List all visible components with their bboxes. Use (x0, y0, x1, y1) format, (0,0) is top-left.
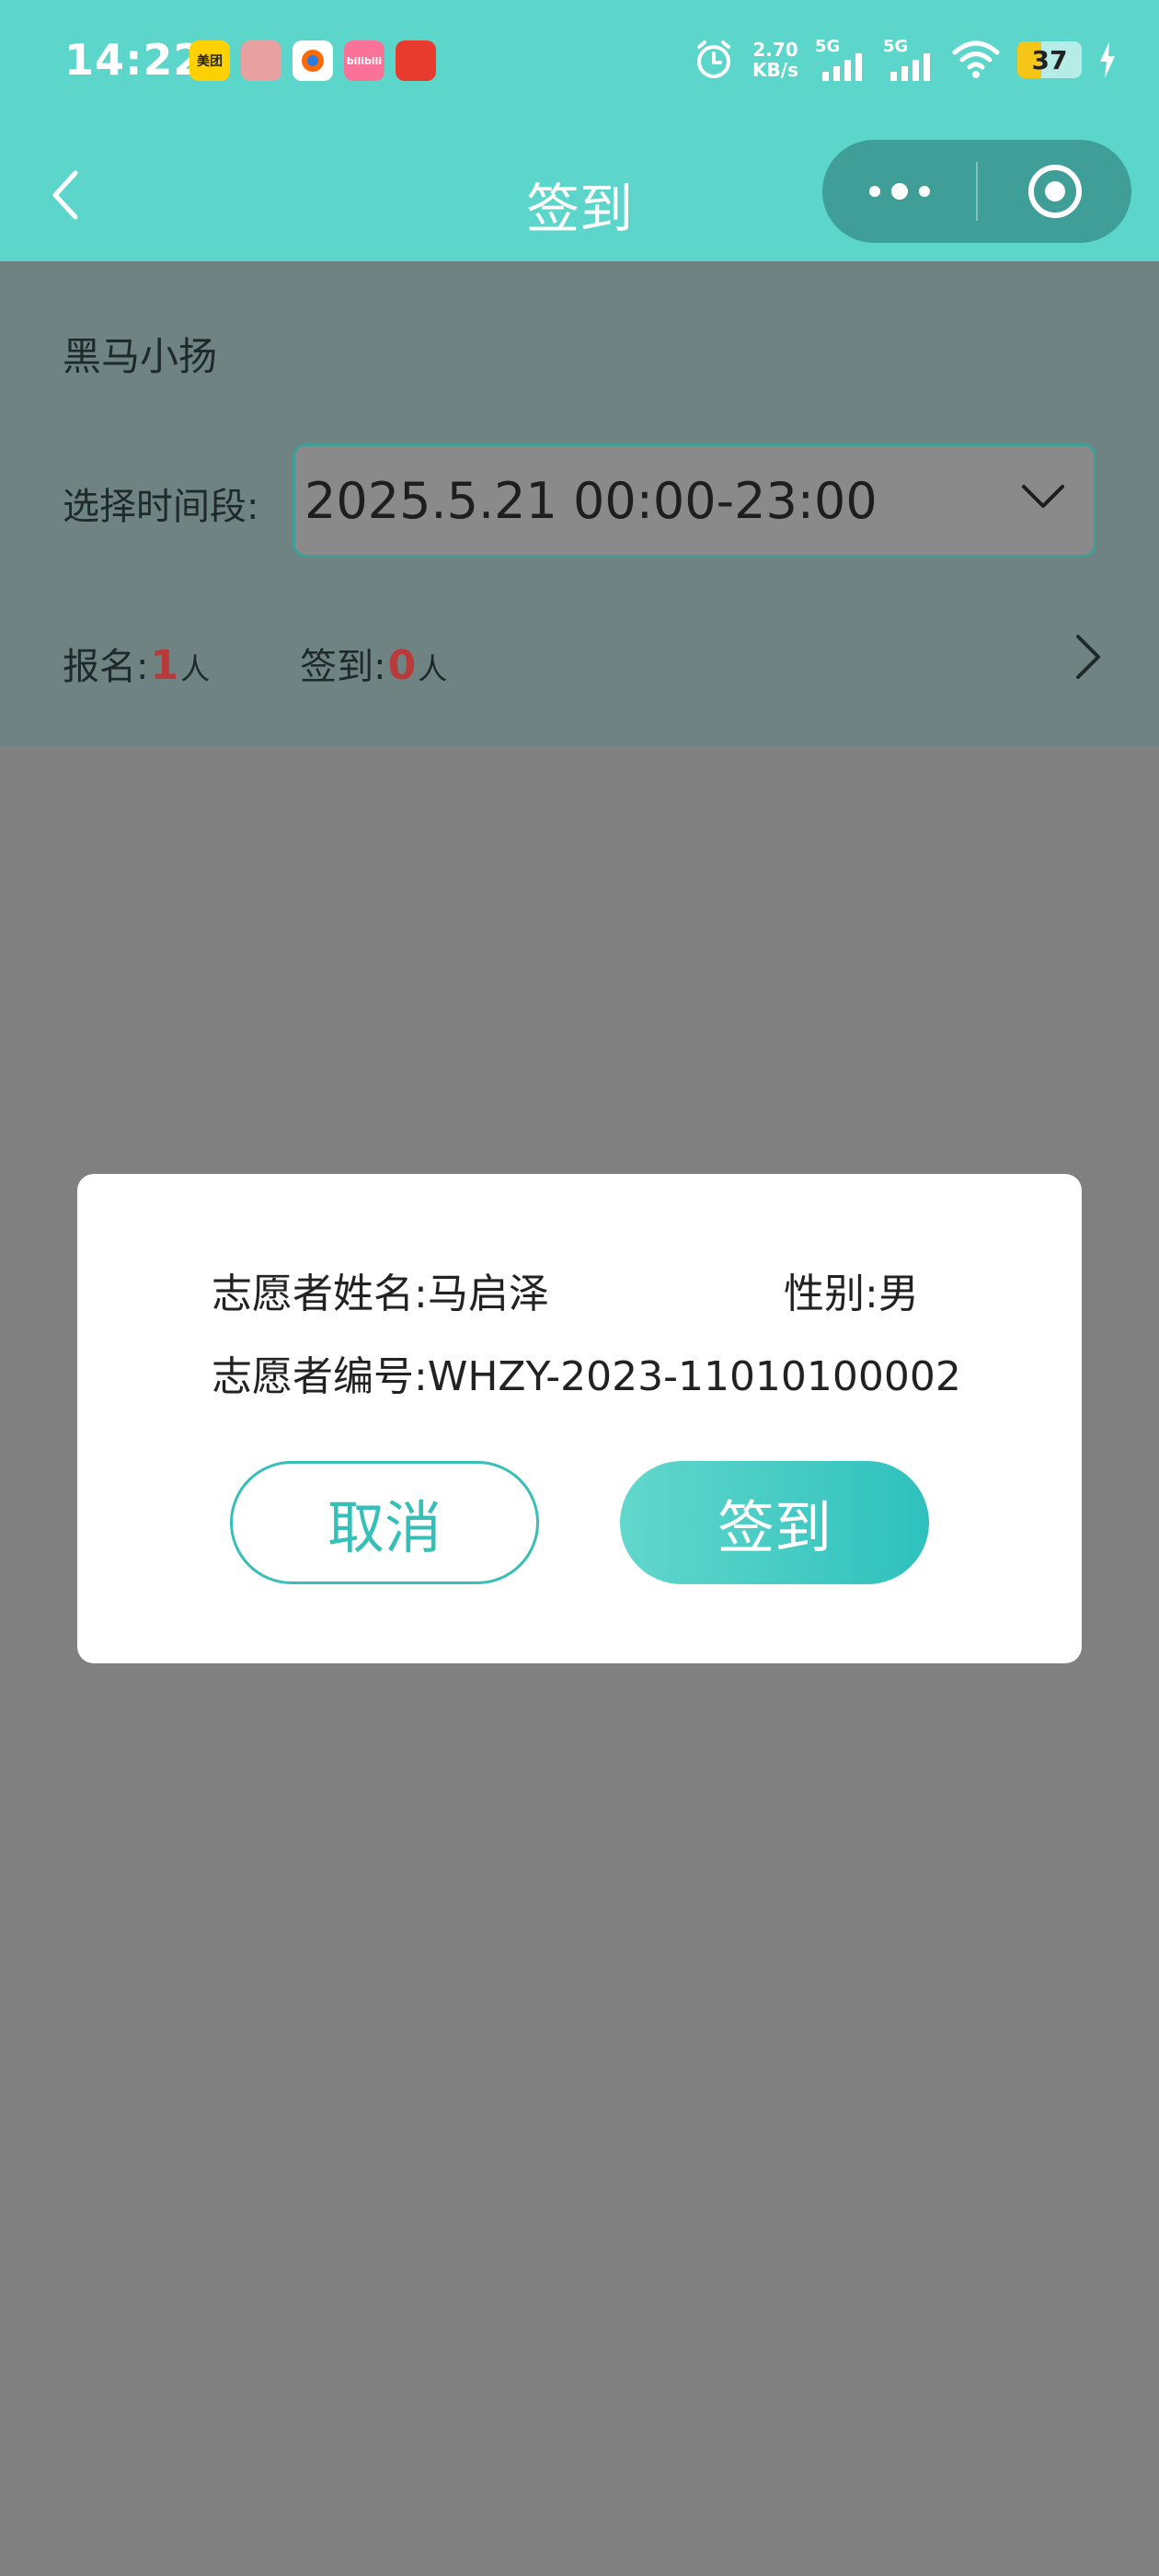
meituan-app-icon: 美团 (189, 40, 230, 81)
wifi-icon (952, 40, 1000, 78)
signal-strength-1: 5G (815, 37, 866, 83)
event-name: 黑马小扬 (63, 334, 218, 379)
miniprogram-capsule (822, 140, 1131, 243)
checkin-confirm-dialog: 志愿者姓名:马启泽 性别:男 志愿者编号:WHZY-2023-110101000… (77, 1174, 1082, 1663)
news-app-icon (396, 40, 436, 81)
confirm-checkin-button[interactable]: 签到 (620, 1461, 929, 1584)
system-icons: 2.70 KB/s 5G 5G 37 (692, 37, 1117, 83)
gender-row: 性别:男 (784, 1271, 919, 1317)
checkin-count: 0 (387, 642, 417, 689)
nav-bar: 签到 (0, 129, 1159, 261)
target-circle-icon (1027, 165, 1082, 218)
close-miniprogram-button[interactable] (978, 140, 1131, 243)
alarm-icon (697, 40, 731, 78)
signup-stat: 报名: 1 人 (63, 642, 211, 689)
charging-icon (1100, 41, 1115, 78)
status-time: 14:22 (64, 35, 204, 85)
checkin-stat: 签到: 0 人 (300, 642, 448, 689)
more-menu-button[interactable] (822, 140, 976, 243)
cancel-button[interactable]: 取消 (230, 1461, 539, 1584)
period-value: 2025.5.21 00:00-23:00 (304, 472, 878, 530)
volunteer-id-row: 志愿者编号:WHZY-2023-11010100002 (212, 1353, 961, 1400)
game-app-icon (241, 40, 281, 81)
event-panel: 黑马小扬 选择时间段: 2025.5.21 00:00-23:00 报名: 1 … (0, 261, 1159, 747)
event-stats: 报名: 1 人 签到: 0 人 (63, 637, 447, 690)
chevron-down-icon (1022, 485, 1064, 508)
period-select[interactable]: 2025.5.21 00:00-23:00 (293, 443, 1096, 558)
period-label: 选择时间段: (63, 486, 259, 528)
volunteer-gender: 男 (878, 1271, 919, 1317)
volunteer-id: WHZY-2023-11010100002 (427, 1353, 961, 1400)
net-speed: 2.70 KB/s (752, 39, 798, 81)
chevron-right-icon[interactable] (1074, 633, 1102, 681)
signal-bars-icon (822, 53, 862, 81)
volunteer-name: 马启泽 (427, 1271, 549, 1317)
kuaishou-app-icon (293, 40, 333, 81)
more-dots-icon (868, 183, 930, 200)
notification-icons: 美团 bilibili (189, 40, 436, 81)
signal-bars-icon (890, 53, 930, 81)
status-bar: 14:22 美团 bilibili 2.70 KB/s 5G 5G 37 (0, 0, 1159, 129)
signup-count: 1 (150, 642, 179, 689)
battery-indicator: 37 (1017, 41, 1082, 78)
volunteer-name-row: 志愿者姓名:马启泽 (212, 1271, 549, 1317)
signal-strength-2: 5G (883, 37, 935, 83)
bilibili-app-icon: bilibili (344, 40, 384, 81)
app-root: 14:22 美团 bilibili 2.70 KB/s 5G 5G 37 签到 … (0, 0, 1159, 2576)
